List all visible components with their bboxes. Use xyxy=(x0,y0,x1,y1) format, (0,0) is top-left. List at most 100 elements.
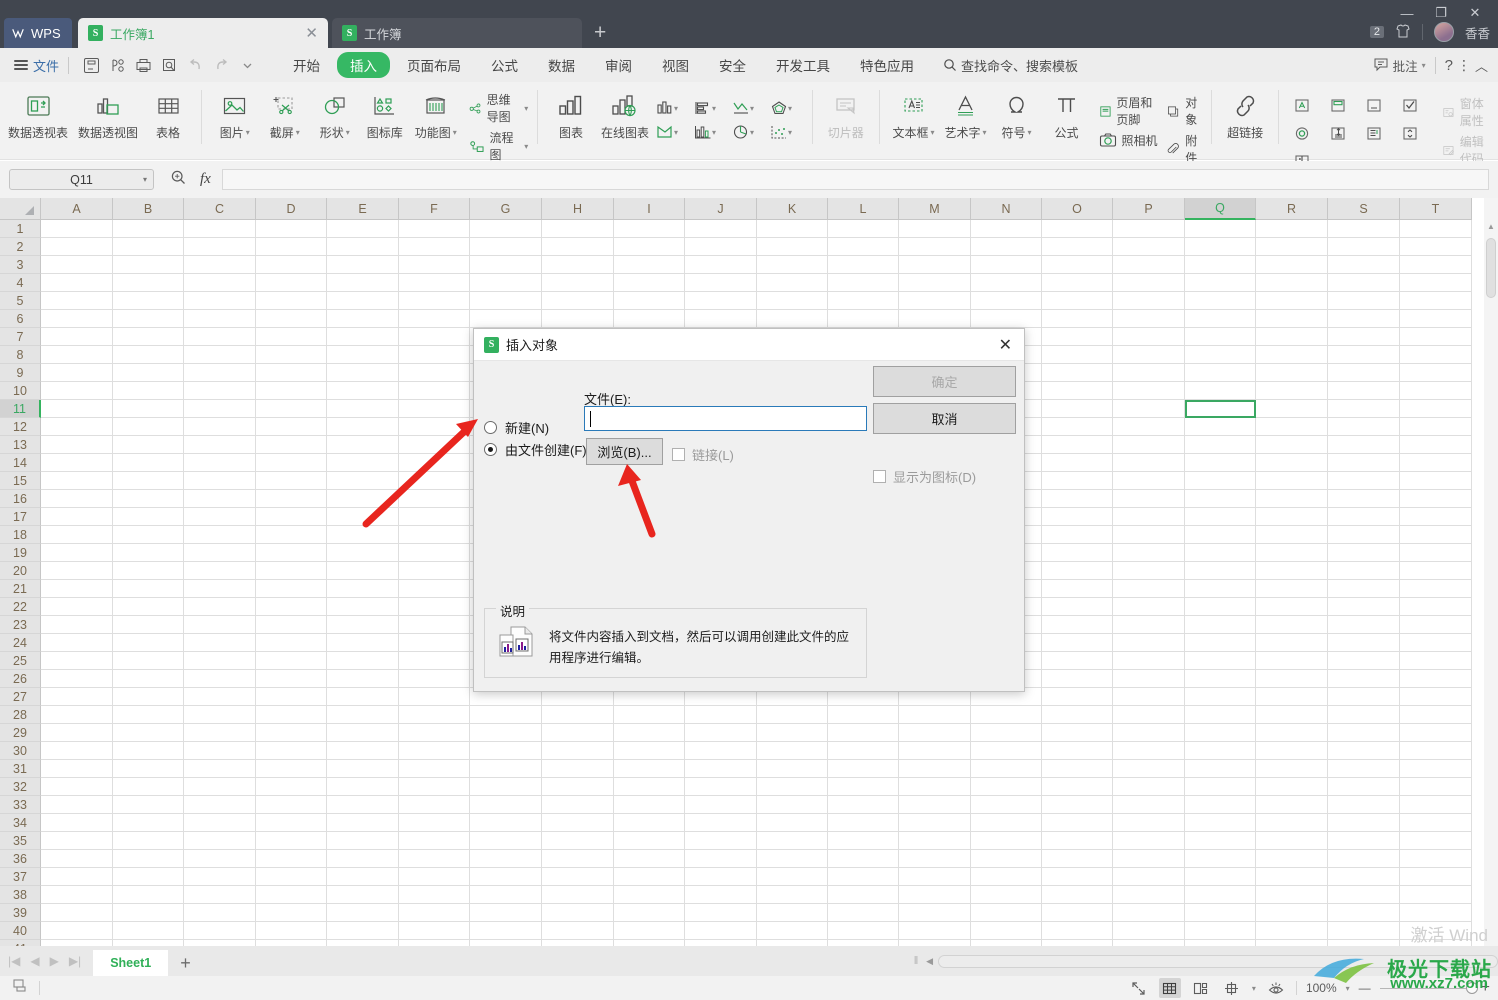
cell-O28[interactable] xyxy=(1042,706,1113,724)
cell-C40[interactable] xyxy=(184,922,256,940)
cell-F21[interactable] xyxy=(399,580,470,598)
cell-A32[interactable] xyxy=(41,778,113,796)
cell-B9[interactable] xyxy=(113,364,184,382)
cell-C16[interactable] xyxy=(184,490,256,508)
cell-H5[interactable] xyxy=(542,292,614,310)
row-header-27[interactable]: 27 xyxy=(0,688,41,706)
cell-A30[interactable] xyxy=(41,742,113,760)
cell-F27[interactable] xyxy=(399,688,470,706)
save-icon[interactable] xyxy=(78,52,104,78)
checkbox-icon[interactable] xyxy=(873,470,886,483)
cell-T11[interactable] xyxy=(1400,400,1472,418)
cell-B6[interactable] xyxy=(113,310,184,328)
cell-B40[interactable] xyxy=(113,922,184,940)
cell-K2[interactable] xyxy=(757,238,828,256)
cell-T39[interactable] xyxy=(1400,904,1472,922)
cell-P9[interactable] xyxy=(1113,364,1185,382)
row-header-33[interactable]: 33 xyxy=(0,796,41,814)
textbox-control-button[interactable] xyxy=(1320,91,1356,119)
cell-I33[interactable] xyxy=(614,796,685,814)
cell-F29[interactable] xyxy=(399,724,470,742)
cell-A26[interactable] xyxy=(41,670,113,688)
sheet-tab-sheet1[interactable]: Sheet1 xyxy=(93,950,169,976)
collapse-ribbon-icon[interactable]: ︿ xyxy=(1475,56,1488,75)
cell-M38[interactable] xyxy=(899,886,971,904)
cell-E33[interactable] xyxy=(327,796,399,814)
cell-I38[interactable] xyxy=(614,886,685,904)
cell-K32[interactable] xyxy=(757,778,828,796)
cell-Q5[interactable] xyxy=(1185,292,1256,310)
cell-G5[interactable] xyxy=(470,292,542,310)
cell-S29[interactable] xyxy=(1328,724,1400,742)
cell-J37[interactable] xyxy=(685,868,757,886)
cell-O33[interactable] xyxy=(1042,796,1113,814)
row-header-8[interactable]: 8 xyxy=(0,346,41,364)
cell-B16[interactable] xyxy=(113,490,184,508)
cell-N2[interactable] xyxy=(971,238,1042,256)
cell-R37[interactable] xyxy=(1256,868,1328,886)
cell-Q32[interactable] xyxy=(1185,778,1256,796)
cell-M2[interactable] xyxy=(899,238,971,256)
scrollbar-control-button[interactable] xyxy=(1320,119,1356,147)
cell-R6[interactable] xyxy=(1256,310,1328,328)
cell-G30[interactable] xyxy=(470,742,542,760)
cell-M4[interactable] xyxy=(899,274,971,292)
row-header-9[interactable]: 9 xyxy=(0,364,41,382)
online-chart-button[interactable]: 在线图表 xyxy=(596,87,654,141)
grid-row[interactable] xyxy=(41,238,1472,256)
cell-P35[interactable] xyxy=(1113,832,1185,850)
print-preview-icon[interactable] xyxy=(104,52,130,78)
cell-F10[interactable] xyxy=(399,382,470,400)
cell-P24[interactable] xyxy=(1113,634,1185,652)
cell-S8[interactable] xyxy=(1328,346,1400,364)
cell-O12[interactable] xyxy=(1042,418,1113,436)
shapes-button[interactable]: 形状 ▾ xyxy=(310,87,360,141)
cell-O10[interactable] xyxy=(1042,382,1113,400)
cell-D9[interactable] xyxy=(256,364,327,382)
cell-Q31[interactable] xyxy=(1185,760,1256,778)
cell-I4[interactable] xyxy=(614,274,685,292)
cell-O4[interactable] xyxy=(1042,274,1113,292)
cell-O17[interactable] xyxy=(1042,508,1113,526)
cell-A38[interactable] xyxy=(41,886,113,904)
cell-K30[interactable] xyxy=(757,742,828,760)
grid-row[interactable] xyxy=(41,292,1472,310)
grid-row[interactable] xyxy=(41,274,1472,292)
scroll-left-icon[interactable]: ◀ xyxy=(921,956,938,967)
cell-I2[interactable] xyxy=(614,238,685,256)
reading-view-icon[interactable] xyxy=(1265,978,1287,998)
cell-E8[interactable] xyxy=(327,346,399,364)
cell-R8[interactable] xyxy=(1256,346,1328,364)
cell-A23[interactable] xyxy=(41,616,113,634)
cell-A17[interactable] xyxy=(41,508,113,526)
cell-O7[interactable] xyxy=(1042,328,1113,346)
cell-O22[interactable] xyxy=(1042,598,1113,616)
cell-P26[interactable] xyxy=(1113,670,1185,688)
header-footer-button[interactable]: 页眉和页脚 xyxy=(1099,94,1160,128)
next-sheet-button[interactable]: ▶ xyxy=(50,954,59,968)
cell-I6[interactable] xyxy=(614,310,685,328)
cell-S7[interactable] xyxy=(1328,328,1400,346)
cell-T17[interactable] xyxy=(1400,508,1472,526)
table-button[interactable]: 表格 xyxy=(143,87,193,141)
cell-B38[interactable] xyxy=(113,886,184,904)
cell-E4[interactable] xyxy=(327,274,399,292)
chart-button[interactable]: 图表 xyxy=(546,87,596,141)
cell-N29[interactable] xyxy=(971,724,1042,742)
cell-B17[interactable] xyxy=(113,508,184,526)
cell-S4[interactable] xyxy=(1328,274,1400,292)
tab-view[interactable]: 视图 xyxy=(649,52,702,78)
cell-C9[interactable] xyxy=(184,364,256,382)
cell-C38[interactable] xyxy=(184,886,256,904)
cell-C4[interactable] xyxy=(184,274,256,292)
chevron-down-icon[interactable]: ▾ xyxy=(246,128,250,137)
formula-button[interactable]: 公式 xyxy=(1042,87,1092,141)
cell-E27[interactable] xyxy=(327,688,399,706)
cell-I32[interactable] xyxy=(614,778,685,796)
row-header-11[interactable]: 11 xyxy=(0,400,41,418)
cell-J29[interactable] xyxy=(685,724,757,742)
cell-I3[interactable] xyxy=(614,256,685,274)
cell-F12[interactable] xyxy=(399,418,470,436)
cell-L2[interactable] xyxy=(828,238,899,256)
cell-R1[interactable] xyxy=(1256,220,1328,238)
